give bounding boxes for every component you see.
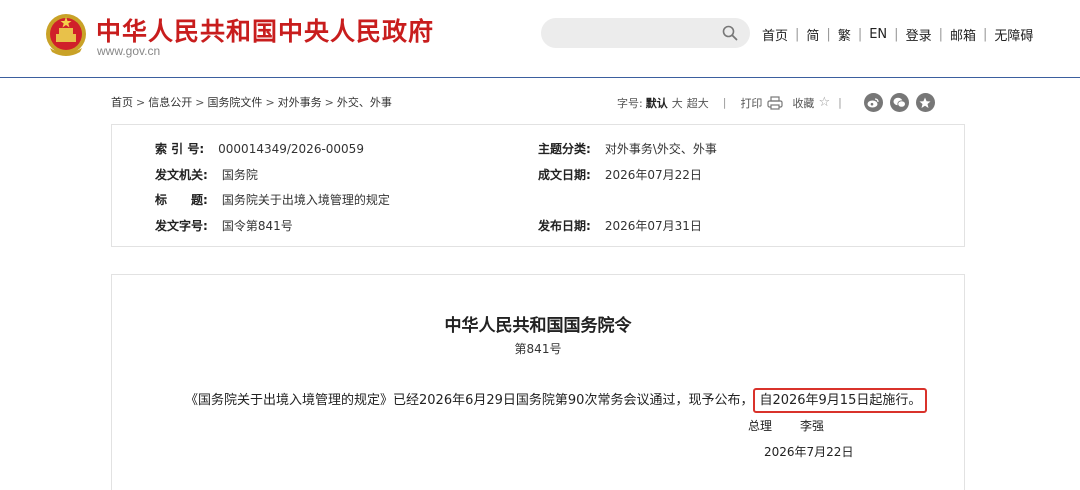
sign-date: 2026年7月22日: [764, 445, 854, 459]
search-icon[interactable]: [722, 25, 738, 41]
document-content: 中华人民共和国国务院令 第841号 《国务院关于出境入境管理的规定》已经2026…: [111, 274, 965, 490]
nav-mail[interactable]: 邮箱: [950, 25, 976, 44]
breadcrumb-state-council-docs[interactable]: 国务院文件: [207, 96, 262, 109]
font-size-xlarge[interactable]: 超大: [687, 95, 709, 111]
national-emblem-icon[interactable]: [44, 12, 88, 58]
favorite-button[interactable]: 收藏: [792, 95, 814, 111]
font-size-label: 字号:: [617, 96, 643, 110]
star-icon[interactable]: ☆: [818, 95, 830, 110]
meta-title-label: 标 题:: [155, 193, 208, 207]
search-input[interactable]: [541, 18, 750, 48]
qzone-icon[interactable]: [915, 93, 935, 112]
meta-published-label: 发布日期:: [538, 219, 591, 233]
nav-separator: |: [857, 27, 863, 42]
article-toolbar: 字号: 默认 大 超大 | 打印 收藏 ☆ |: [617, 93, 935, 112]
meta-docno-label: 发文字号:: [155, 219, 208, 233]
meta-index: 索 引 号: 000014349/2026-00059: [155, 140, 364, 157]
meta-topic-value: 对外事务\外交、外事: [604, 142, 717, 156]
meta-written-value: 2026年07月22日: [604, 168, 702, 182]
breadcrumb-separator: >: [324, 96, 334, 109]
meta-issuer-value: 国务院: [221, 168, 258, 182]
nav-accessibility[interactable]: 无障碍: [994, 25, 1033, 44]
nav-separator: |: [938, 27, 943, 42]
breadcrumb: 首页 > 信息公开 > 国务院文件 > 对外事务 > 外交、外事: [111, 94, 392, 110]
document-metadata: 索 引 号: 000014349/2026-00059 主题分类: 对外事务\外交、…: [111, 124, 965, 247]
nav-home[interactable]: 首页: [762, 25, 788, 44]
nav-english[interactable]: EN: [869, 27, 887, 42]
signer-role: 总理: [748, 419, 773, 433]
meta-index-value: 000014349/2026-00059: [218, 142, 364, 156]
top-nav: 首页 | 简 | 繁 | EN | 登录 | 邮箱 | 无障碍: [762, 25, 1033, 44]
meta-published-date: 发布日期: 2026年07月31日: [538, 217, 702, 234]
document-body: 《国务院关于出境入境管理的规定》已经2026年6月29日国务院第90次常务会议通…: [185, 388, 928, 413]
meta-published-value: 2026年07月31日: [604, 219, 702, 233]
nav-separator: |: [795, 27, 800, 42]
breadcrumb-info-disclosure[interactable]: 信息公开: [148, 96, 192, 109]
signer-name: 李强: [800, 419, 825, 433]
wechat-icon[interactable]: [889, 93, 909, 112]
site-title[interactable]: 中华人民共和国中央人民政府: [96, 12, 434, 48]
breadcrumb-separator: >: [136, 96, 146, 109]
meta-written-label: 成文日期:: [538, 168, 591, 182]
nav-separator: |: [894, 27, 899, 42]
meta-issuer: 发文机关: 国务院: [155, 166, 258, 183]
meta-written-date: 成文日期: 2026年07月22日: [538, 166, 702, 183]
meta-docno-value: 国令第841号: [221, 219, 293, 233]
print-button[interactable]: 打印: [740, 95, 762, 111]
breadcrumb-home[interactable]: 首页: [111, 96, 133, 109]
meta-topic: 主题分类: 对外事务\外交、外事: [538, 140, 717, 157]
nav-separator: |: [982, 27, 988, 42]
weibo-icon[interactable]: [863, 93, 883, 112]
meta-topic-label: 主题分类:: [538, 142, 591, 156]
meta-title-value: 国务院关于出境入境管理的规定: [221, 193, 390, 207]
breadcrumb-foreign-affairs[interactable]: 对外事务: [278, 96, 322, 109]
effective-date-highlight: 自2026年9月15日起施行。: [753, 388, 928, 413]
printer-icon[interactable]: [767, 95, 784, 110]
site-url[interactable]: www.gov.cn: [97, 44, 160, 58]
font-size-default[interactable]: 默认: [646, 95, 668, 111]
meta-title: 标 题: 国务院关于出境入境管理的规定: [155, 191, 390, 208]
share-group: [863, 93, 935, 112]
breadcrumb-separator: >: [195, 96, 205, 109]
meta-index-label: 索 引 号:: [155, 142, 205, 156]
breadcrumb-separator: >: [265, 96, 275, 109]
document-title: 中华人民共和国国务院令: [444, 316, 632, 336]
meta-issuer-label: 发文机关:: [155, 168, 208, 182]
document-number: 第841号: [514, 342, 562, 356]
toolbar-separator: |: [722, 96, 727, 109]
nav-simplified[interactable]: 简: [806, 25, 819, 44]
breadcrumb-diplomacy[interactable]: 外交、外事: [337, 96, 392, 109]
document-body-text: 《国务院关于出境入境管理的规定》已经2026年6月29日国务院第90次常务会议通…: [185, 393, 754, 408]
toolbar-separator: |: [838, 96, 842, 109]
font-size-large[interactable]: 大: [672, 95, 683, 111]
nav-login[interactable]: 登录: [906, 25, 932, 44]
meta-doc-number: 发文字号: 国令第841号: [155, 217, 293, 234]
nav-separator: |: [826, 27, 831, 42]
nav-traditional[interactable]: 繁: [838, 25, 851, 44]
site-header: 中华人民共和国中央人民政府 www.gov.cn 首页 | 简 | 繁 | EN…: [0, 0, 1080, 78]
